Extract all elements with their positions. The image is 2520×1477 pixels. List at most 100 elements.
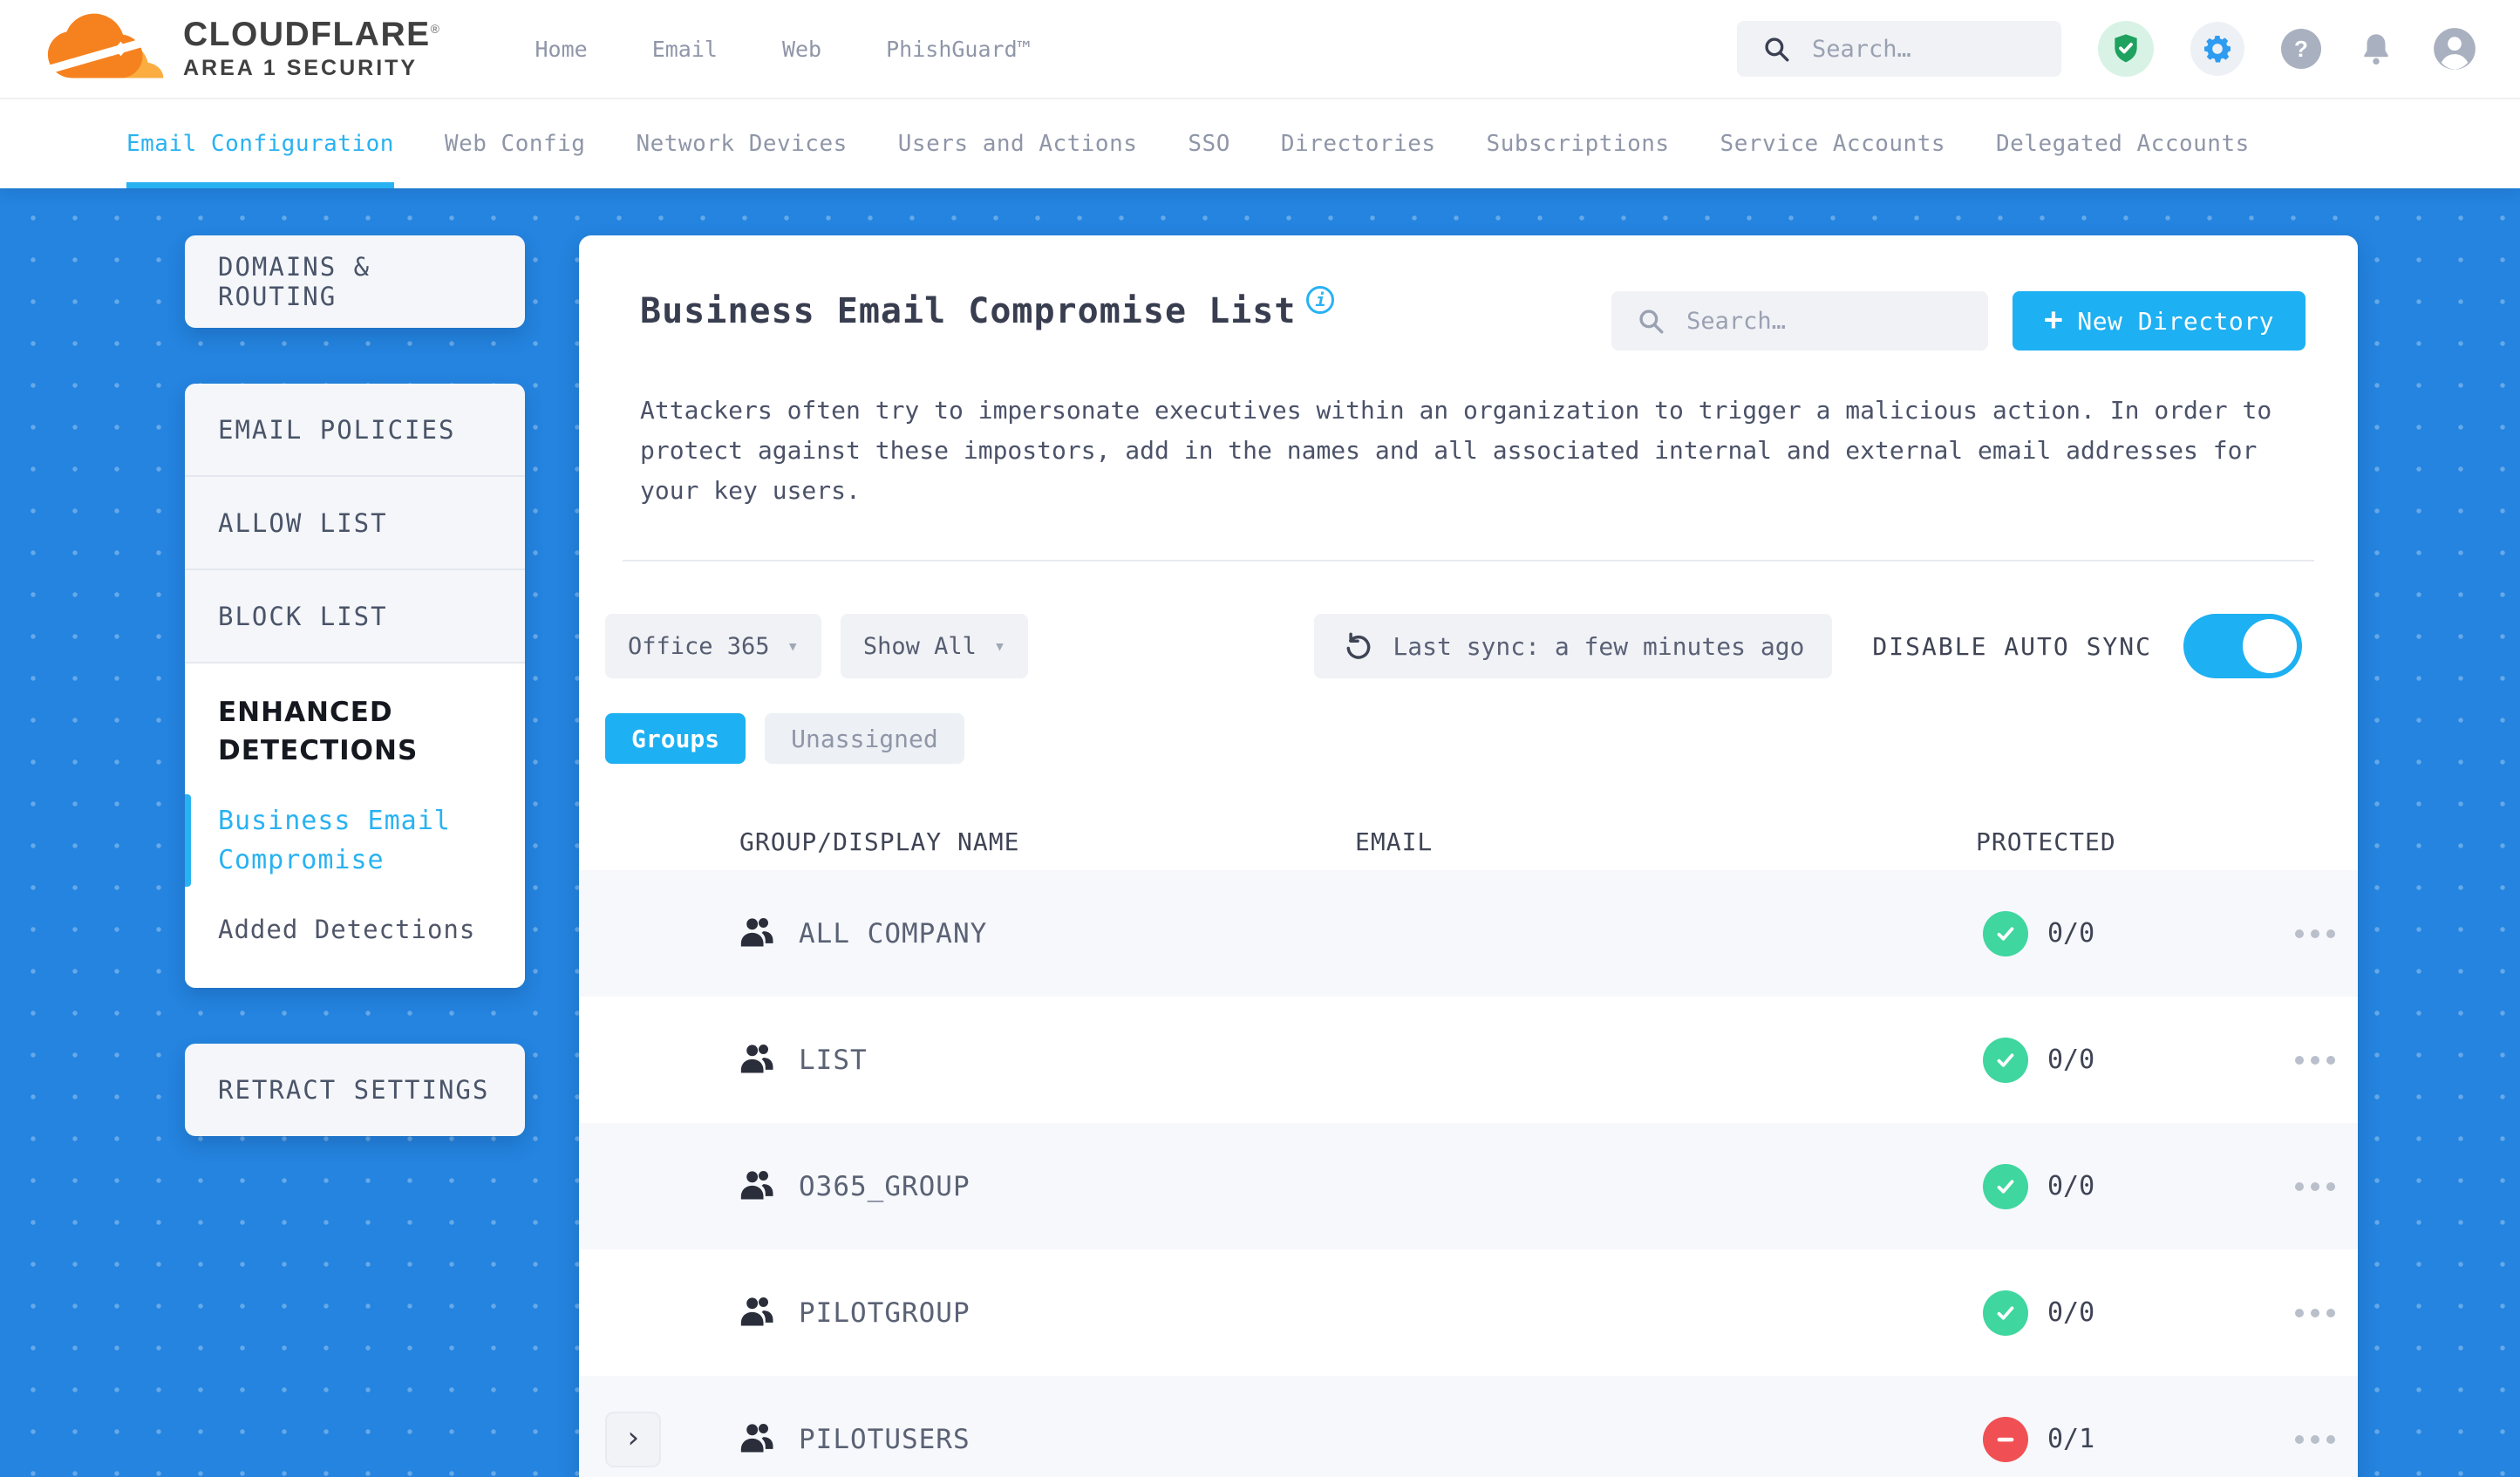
- group-name: PILOTUSERS: [799, 1423, 971, 1455]
- row-expander-button[interactable]: ›: [605, 1411, 661, 1467]
- sidebar-item-domains-routing[interactable]: DOMAINS & ROUTING: [185, 235, 525, 328]
- protected-cell: 0/0: [1976, 1163, 2272, 1209]
- tab-groups[interactable]: Groups: [605, 713, 746, 764]
- page-title-text: Business Email Compromise List: [640, 291, 1297, 331]
- group-icon-cell: [739, 1421, 785, 1458]
- sidebar-item-business-email-compromise[interactable]: Business Email Compromise: [185, 794, 492, 888]
- main-panel: Business Email Compromise List i + New D…: [579, 235, 2358, 1477]
- directory-search[interactable]: [1611, 291, 1989, 351]
- chevron-down-icon: ▾: [993, 635, 1006, 657]
- protected-status-icon: [1983, 910, 2028, 956]
- user-menu-button[interactable]: [2431, 25, 2478, 72]
- table-row: PILOTGROUP 0/0: [579, 1249, 2358, 1376]
- brand-mark: ®: [430, 22, 441, 37]
- protected-cell: 0/0: [1976, 1037, 2272, 1083]
- groups-table: GROUP/DISPLAY NAME EMAIL PROTECTED ALL C…: [579, 813, 2358, 1477]
- top-nav-web[interactable]: Web: [782, 37, 821, 62]
- global-search-input[interactable]: [1810, 34, 2037, 64]
- brand-name: CLOUDFLARE®: [183, 16, 441, 54]
- tab-network-devices[interactable]: Network Devices: [636, 99, 847, 188]
- plus-icon: +: [2044, 302, 2064, 337]
- tab-delegated-accounts[interactable]: Delegated Accounts: [1996, 99, 2250, 188]
- brand-text: CLOUDFLARE® AREA 1 SECURITY: [183, 17, 440, 79]
- chevron-down-icon: ▾: [787, 635, 799, 657]
- tab-subscriptions[interactable]: Subscriptions: [1487, 99, 1670, 188]
- protected-count: 0/1: [2047, 1424, 2095, 1454]
- row-actions-button[interactable]: [2272, 1055, 2358, 1065]
- table-row: ALL COMPANY 0/0: [579, 870, 2358, 997]
- row-actions-button[interactable]: [2272, 1308, 2358, 1317]
- sidebar-item-email-policies[interactable]: EMAIL POLICIES: [185, 384, 525, 477]
- top-nav-email[interactable]: Email: [652, 37, 718, 62]
- tab-users-and-actions[interactable]: Users and Actions: [898, 99, 1138, 188]
- last-sync-label: Last sync: a few minutes ago: [1393, 631, 1805, 661]
- auto-sync-label: DISABLE AUTO SYNC: [1872, 631, 2152, 661]
- protected-status-icon: [1983, 1163, 2028, 1209]
- tab-email-configuration[interactable]: Email Configuration: [126, 99, 394, 188]
- help-button[interactable]: ?: [2281, 29, 2321, 69]
- top-nav: Home Email Web PhishGuard™: [535, 37, 1030, 62]
- directory-type-dropdown[interactable]: Office 365 ▾: [605, 614, 821, 678]
- brand-subtitle: AREA 1 SECURITY: [183, 56, 419, 81]
- row-actions-button[interactable]: [2272, 1181, 2358, 1191]
- row-actions-button[interactable]: [2272, 929, 2358, 938]
- sidebar-item-label: BLOCK LIST: [218, 601, 388, 631]
- group-name: O365_GROUP: [799, 1170, 971, 1202]
- sidebar-item-enhanced-detections[interactable]: ENHANCED DETECTIONS: [218, 693, 492, 770]
- settings-button[interactable]: [2190, 22, 2244, 76]
- tab-directories[interactable]: Directories: [1281, 99, 1436, 188]
- check-icon: [1997, 1179, 2014, 1194]
- auto-sync-toggle[interactable]: [2183, 614, 2302, 678]
- last-sync-button[interactable]: Last sync: a few minutes ago: [1314, 614, 1833, 678]
- sidebar-item-block-list[interactable]: BLOCK LIST: [185, 570, 525, 664]
- show-filter-dropdown[interactable]: Show All ▾: [840, 614, 1029, 678]
- top-nav-home[interactable]: Home: [535, 37, 587, 62]
- sidebar-item-added-detections[interactable]: Added Detections: [218, 911, 492, 950]
- protected-count: 0/0: [2047, 1045, 2095, 1075]
- protected-count: 0/0: [2047, 918, 2095, 949]
- sidebar-item-allow-list[interactable]: ALLOW LIST: [185, 477, 525, 570]
- refresh-icon: [1346, 632, 1371, 659]
- table-row: LIST 0/0: [579, 997, 2358, 1123]
- minus-icon: [1997, 1437, 2014, 1441]
- search-icon: [1765, 37, 1789, 62]
- security-status-button[interactable]: [2098, 21, 2154, 77]
- group-name: ALL COMPANY: [799, 917, 988, 950]
- row-actions-button[interactable]: [2272, 1434, 2358, 1444]
- check-icon: [1997, 1305, 2014, 1320]
- group-icon-cell: [739, 1168, 785, 1205]
- sidebar-item-retract-settings[interactable]: RETRACT SETTINGS: [185, 1043, 525, 1136]
- column-header-email: EMAIL: [1355, 827, 1434, 856]
- sidebar: DOMAINS & ROUTING EMAIL POLICIES ALLOW L…: [185, 235, 525, 1192]
- cloudflare-logo-icon: [42, 13, 164, 78]
- tab-unassigned[interactable]: Unassigned: [765, 713, 964, 764]
- sidebar-item-label: ALLOW LIST: [218, 507, 388, 538]
- column-header-name: GROUP/DISPLAY NAME: [739, 827, 1020, 856]
- content-area: DOMAINS & ROUTING EMAIL POLICIES ALLOW L…: [0, 188, 2520, 1477]
- info-icon[interactable]: i: [1306, 286, 1335, 314]
- tab-service-accounts[interactable]: Service Accounts: [1720, 99, 1945, 188]
- bell-icon: [2364, 34, 2388, 65]
- show-filter-value: Show All: [862, 632, 977, 660]
- top-nav-phishguard[interactable]: PhishGuard™: [886, 37, 1031, 62]
- protected-count: 0/0: [2047, 1297, 2095, 1328]
- notifications-button[interactable]: [2358, 31, 2394, 67]
- new-directory-button[interactable]: + New Directory: [2013, 291, 2305, 351]
- view-tabs: Groups Unassigned: [605, 713, 2358, 764]
- top-right-actions: ?: [1737, 21, 2478, 77]
- brand: CLOUDFLARE® AREA 1 SECURITY: [42, 9, 440, 89]
- question-icon: ?: [2294, 35, 2308, 62]
- directory-search-input[interactable]: [1685, 306, 1965, 336]
- sidebar-section-enhanced-detections: ENHANCED DETECTIONS Business Email Compr…: [185, 664, 525, 988]
- search-icon: [1639, 310, 1664, 334]
- divider: [623, 560, 2314, 562]
- group-icon-cell: [739, 1295, 785, 1331]
- panel-header: Business Email Compromise List i + New D…: [579, 235, 2358, 351]
- tab-sso[interactable]: SSO: [1188, 99, 1229, 188]
- chevron-right-icon: ›: [623, 1419, 643, 1455]
- filter-row: Office 365 ▾ Show All ▾ Last sync: a few…: [579, 614, 2358, 678]
- group-name: LIST: [799, 1044, 868, 1076]
- global-search[interactable]: [1737, 21, 2061, 77]
- check-icon: [1997, 926, 2014, 941]
- tab-web-config[interactable]: Web Config: [445, 99, 586, 188]
